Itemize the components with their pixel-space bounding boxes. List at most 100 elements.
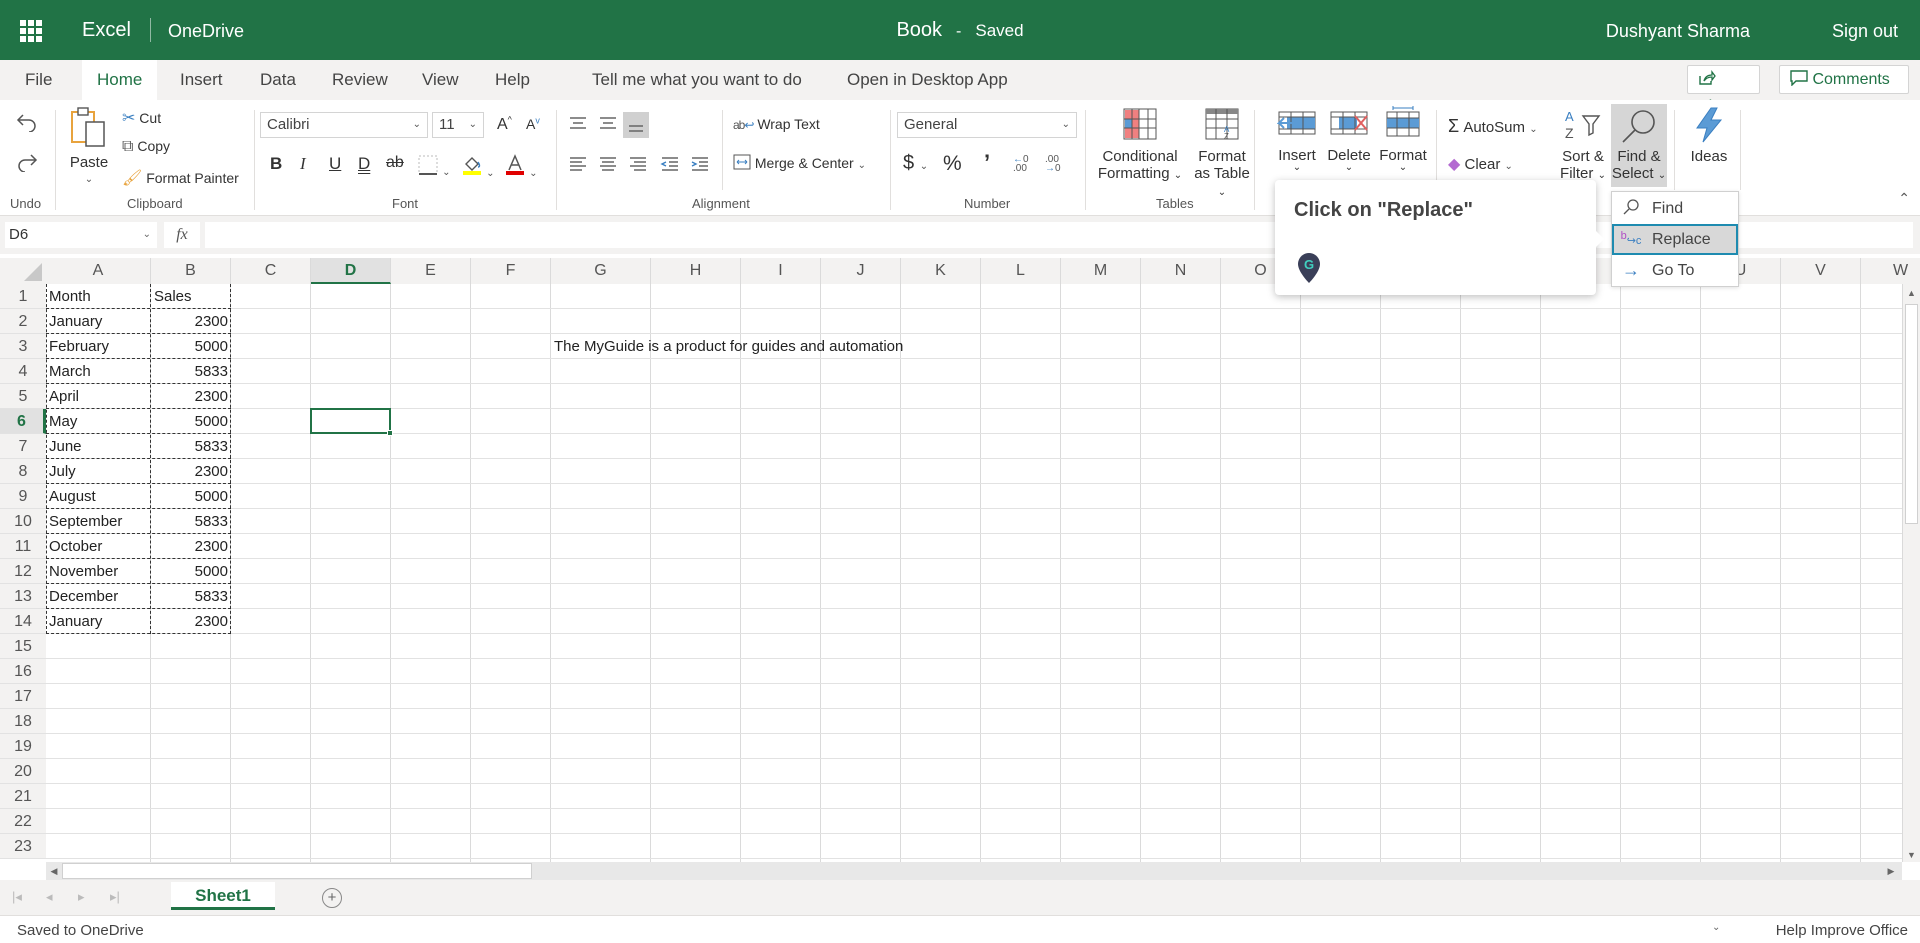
menu-item-go-to[interactable]: → Go To: [1612, 255, 1738, 286]
row-header[interactable]: 5: [0, 384, 46, 409]
row-header[interactable]: 23: [0, 834, 46, 859]
font-size-dropdown[interactable]: 11 ⌄: [432, 112, 484, 138]
last-sheet-icon[interactable]: ▸|: [110, 889, 120, 905]
number-format-dropdown[interactable]: General ⌄: [897, 112, 1077, 138]
scroll-down-icon[interactable]: ▼: [1905, 848, 1918, 862]
copy-button[interactable]: ⧉ Copy: [122, 138, 170, 156]
underline-button[interactable]: U: [329, 154, 341, 174]
tell-me-search[interactable]: Tell me what you want to do: [577, 60, 817, 100]
row-header[interactable]: 17: [0, 684, 46, 709]
scroll-right-icon[interactable]: ▶: [1884, 863, 1898, 879]
horizontal-scrollbar[interactable]: ◀ ▶: [46, 862, 1902, 880]
cell-note[interactable]: The MyGuide is a product for guides and …: [551, 334, 906, 359]
font-name-dropdown[interactable]: Calibri ⌄: [260, 112, 428, 138]
tab-view[interactable]: View: [407, 60, 474, 100]
wrap-text-button[interactable]: ab↩ Wrap Text: [733, 116, 820, 132]
row-header[interactable]: 12: [0, 559, 46, 584]
delete-cells-button[interactable]: Delete ⌄: [1326, 108, 1372, 173]
align-middle-button[interactable]: [598, 116, 618, 134]
column-header[interactable]: M: [1061, 258, 1141, 284]
insert-cells-button[interactable]: Insert ⌄: [1274, 108, 1320, 173]
currency-button[interactable]: $ ⌄: [903, 152, 928, 175]
clear-button[interactable]: ◆ Clear ⌄: [1448, 154, 1513, 174]
conditional-formatting-button[interactable]: Conditional Formatting ⌄: [1094, 108, 1186, 184]
column-header[interactable]: A: [46, 258, 151, 284]
row-header[interactable]: 18: [0, 709, 46, 734]
name-box[interactable]: D6 ⌄: [5, 222, 157, 248]
column-header[interactable]: E: [391, 258, 471, 284]
tab-home[interactable]: Home: [82, 60, 158, 100]
vertical-scrollbar[interactable]: ▲ ▼: [1902, 284, 1920, 862]
sign-out-link[interactable]: Sign out: [1832, 21, 1898, 42]
column-header[interactable]: L: [981, 258, 1061, 284]
tab-data[interactable]: Data: [245, 60, 311, 100]
row-header[interactable]: 21: [0, 784, 46, 809]
paste-button[interactable]: Paste ⌄: [68, 106, 110, 188]
italic-button[interactable]: I: [300, 154, 306, 174]
column-header[interactable]: B: [151, 258, 231, 284]
column-header[interactable]: D: [311, 258, 391, 284]
share-button[interactable]: Share: [1687, 65, 1760, 115]
row-header[interactable]: 10: [0, 509, 46, 534]
tab-help[interactable]: Help: [480, 60, 545, 100]
column-header[interactable]: F: [471, 258, 551, 284]
open-desktop-app[interactable]: Open in Desktop App: [832, 60, 1023, 100]
autosum-button[interactable]: Σ AutoSum ⌄: [1448, 116, 1538, 137]
sheet-tab[interactable]: Sheet1: [171, 882, 275, 910]
column-header[interactable]: H: [651, 258, 741, 284]
row-header[interactable]: 2: [0, 309, 46, 334]
format-cells-button[interactable]: Format ⌄: [1378, 106, 1428, 173]
row-header[interactable]: 22: [0, 809, 46, 834]
user-name[interactable]: Dushyant Sharma: [1606, 21, 1750, 42]
row-header[interactable]: 19: [0, 734, 46, 759]
active-cell[interactable]: [310, 408, 393, 436]
fill-handle[interactable]: [387, 430, 393, 436]
tab-review[interactable]: Review: [317, 60, 403, 100]
menu-item-replace[interactable]: b↪c Replace: [1612, 224, 1738, 255]
tab-file[interactable]: File: [10, 60, 67, 100]
double-underline-button[interactable]: D: [358, 154, 370, 174]
ideas-button[interactable]: Ideas: [1684, 106, 1734, 165]
row-header[interactable]: 3: [0, 334, 46, 359]
undo-button[interactable]: [16, 112, 38, 136]
borders-button[interactable]: ⌄: [418, 155, 451, 179]
horizontal-scroll-thumb[interactable]: [62, 863, 532, 879]
bold-button[interactable]: B: [270, 154, 282, 174]
column-header[interactable]: N: [1141, 258, 1221, 284]
comments-button[interactable]: Comments: [1779, 65, 1909, 94]
row-header[interactable]: 8: [0, 459, 46, 484]
row-header[interactable]: 6: [0, 409, 46, 434]
decrease-decimal-button[interactable]: .00 →0: [1045, 155, 1061, 174]
redo-button[interactable]: [16, 152, 38, 176]
grow-font-button[interactable]: A^: [497, 115, 512, 134]
row-header[interactable]: 20: [0, 759, 46, 784]
insert-function-button[interactable]: fx: [164, 222, 200, 248]
row-header[interactable]: 1: [0, 284, 46, 309]
row-header[interactable]: 13: [0, 584, 46, 609]
scroll-up-icon[interactable]: ▲: [1905, 286, 1918, 300]
merge-center-button[interactable]: Merge & Center ⌄: [733, 154, 866, 171]
row-header[interactable]: 9: [0, 484, 46, 509]
collapse-ribbon-icon[interactable]: ⌃: [1898, 190, 1910, 207]
row-header[interactable]: 15: [0, 634, 46, 659]
select-all-button[interactable]: [0, 258, 46, 284]
help-improve-office-link[interactable]: Help Improve Office: [1776, 922, 1908, 939]
chevron-down-icon[interactable]: ⌄: [1712, 922, 1720, 933]
align-right-button[interactable]: [628, 156, 648, 176]
next-sheet-icon[interactable]: ▸: [78, 889, 85, 905]
increase-indent-button[interactable]: [690, 156, 710, 176]
sort-filter-button[interactable]: AZ Sort & Filter ⌄: [1558, 108, 1608, 184]
align-top-button[interactable]: [568, 116, 588, 134]
row-header[interactable]: 16: [0, 659, 46, 684]
previous-sheet-icon[interactable]: ◂: [46, 889, 53, 905]
tab-insert[interactable]: Insert: [165, 60, 238, 100]
decrease-indent-button[interactable]: [660, 156, 680, 176]
column-header[interactable]: G: [551, 258, 651, 284]
percent-button[interactable]: %: [943, 152, 962, 176]
align-center-button[interactable]: [598, 156, 618, 176]
strikethrough-button[interactable]: ab: [386, 154, 404, 172]
column-header[interactable]: J: [821, 258, 901, 284]
comma-style-button[interactable]: ’: [984, 150, 990, 176]
find-select-button[interactable]: Find & Select ⌄: [1611, 104, 1667, 187]
vertical-scroll-thumb[interactable]: [1905, 304, 1918, 524]
